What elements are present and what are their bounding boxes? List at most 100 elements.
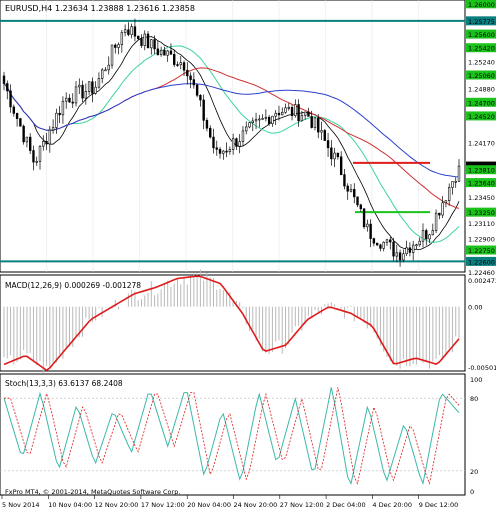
candle <box>317 117 320 133</box>
candle <box>133 26 137 37</box>
candle <box>431 230 435 236</box>
candle <box>19 118 22 127</box>
candle <box>38 145 42 162</box>
candle <box>457 165 461 182</box>
price-tick-label: 1.24700 <box>468 99 495 107</box>
candle <box>415 244 418 247</box>
candle <box>369 223 372 239</box>
candle <box>130 26 133 35</box>
candle <box>294 104 297 116</box>
candle <box>444 200 448 204</box>
candle <box>310 116 313 128</box>
time-tick-label: 12 Nov 20:00 <box>95 501 139 509</box>
price-tick-label: 1.25060 <box>468 72 495 80</box>
candle <box>441 202 444 216</box>
candle <box>71 101 74 104</box>
macd-title: MACD(12,26,9) 0.000269 -0.001278 <box>5 281 141 290</box>
candle <box>25 136 29 143</box>
macd-panel[interactable]: MACD(12,26,9) 0.000269 -0.001278 <box>0 269 466 374</box>
candle <box>195 84 199 96</box>
candle <box>169 50 173 55</box>
price-tick-label: 1.25600 <box>468 31 495 39</box>
price-tick-label: 1.23640 <box>468 180 495 188</box>
candle <box>202 99 205 121</box>
candle <box>405 247 408 255</box>
candle <box>143 33 146 46</box>
candle <box>264 116 268 119</box>
candle <box>251 120 254 123</box>
candle <box>343 174 346 187</box>
candle <box>300 115 304 122</box>
ohlc-values: 1.23634 1.23888 1.23616 1.23858 <box>55 4 195 13</box>
time-tick-label: 10 Nov 04:00 <box>48 501 92 509</box>
candle <box>408 247 412 253</box>
candle <box>454 180 457 183</box>
candle <box>307 111 310 117</box>
copyright-text: FxPro MT4, © 2001-2014, MetaQuotes Softw… <box>5 488 180 496</box>
candle <box>209 127 212 138</box>
candle <box>362 208 366 228</box>
candle <box>91 81 94 94</box>
candle <box>61 100 65 116</box>
candle <box>411 244 415 253</box>
macd-tick-label: 0.002473 <box>468 277 496 285</box>
candle <box>32 150 35 163</box>
candle <box>159 49 163 56</box>
candle <box>55 112 58 128</box>
price-tick-label: 1.22750 <box>468 247 495 255</box>
candle <box>339 156 343 175</box>
candle <box>346 185 349 192</box>
candle <box>78 84 81 88</box>
candle <box>215 147 218 150</box>
candle <box>35 161 38 163</box>
candle <box>94 86 97 94</box>
candle <box>274 112 277 117</box>
candle <box>192 79 196 86</box>
candle <box>140 38 143 46</box>
candle <box>150 39 153 49</box>
candle <box>313 117 317 128</box>
candle <box>153 39 156 50</box>
candle <box>205 120 209 129</box>
candle <box>398 252 402 261</box>
candle <box>434 212 438 231</box>
candle <box>359 204 362 210</box>
candle <box>48 129 52 145</box>
candle <box>428 234 431 240</box>
price-panel[interactable]: EURUSD,H4 1.23634 1.23888 1.23616 1.2385… <box>0 0 466 273</box>
price-tick-label: 1.22460 <box>468 269 495 277</box>
candle <box>22 125 25 143</box>
time-tick-label: 17 Nov 12:00 <box>141 501 185 509</box>
candle <box>166 50 169 56</box>
candle <box>182 62 186 71</box>
candle <box>228 149 232 152</box>
candle <box>320 130 323 133</box>
candle <box>447 187 451 201</box>
stochastic-axis: 100 80 20 0 <box>470 376 482 496</box>
stoch-tick-label: 80 <box>470 395 478 403</box>
candle <box>303 111 307 116</box>
candle <box>163 49 166 56</box>
candle <box>146 33 150 49</box>
candle <box>84 91 88 99</box>
price-tick-label: 1.25240 <box>468 58 495 66</box>
price-tick-label: 1.23110 <box>468 220 495 228</box>
stoch-tick-label: 20 <box>470 468 478 476</box>
candle <box>45 140 48 145</box>
time-tick-label: 20 Nov 04:00 <box>187 501 231 509</box>
price-tick-label: 1.24520 <box>468 113 495 121</box>
candle <box>375 242 379 246</box>
candle <box>421 230 425 242</box>
candle <box>235 138 238 147</box>
candle <box>156 48 160 56</box>
candle <box>248 122 251 128</box>
candle <box>356 196 359 206</box>
candle <box>15 113 19 119</box>
stochastic-panel[interactable]: Stoch(13,3,3) 63.6137 68.2408 FxPro MT4,… <box>0 373 466 496</box>
candle <box>366 223 369 228</box>
price-tick-label: 1.23450 <box>468 194 495 202</box>
stochastic-title: Stoch(13,3,3) 63.6137 68.2408 <box>5 379 123 388</box>
time-tick-label: 5 Nov 2014 <box>2 501 40 509</box>
candle <box>241 130 245 142</box>
candle <box>137 35 140 39</box>
